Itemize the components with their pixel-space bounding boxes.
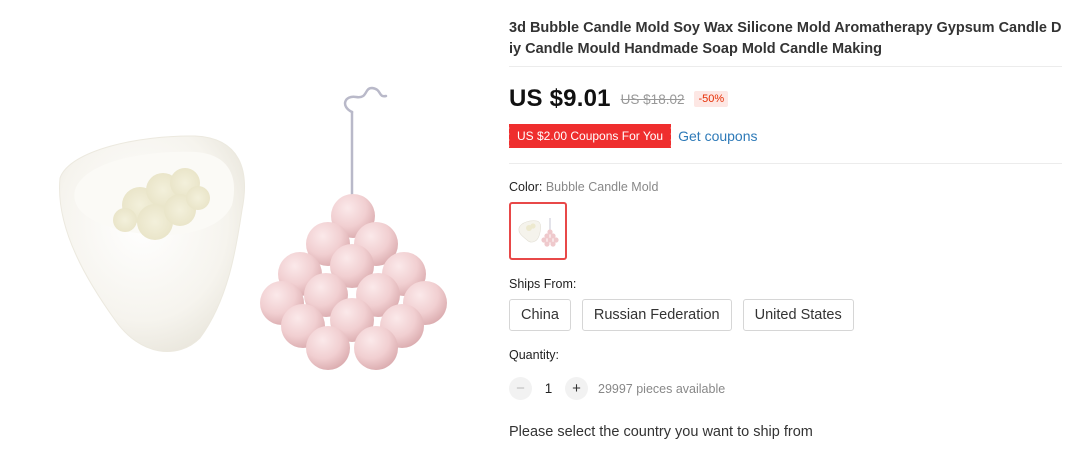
product-info: 3d Bubble Candle Mold Soy Wax Silicone M… — [506, 0, 1062, 455]
quantity-decrement-button[interactable]: − — [509, 377, 532, 400]
ships-from-options: China Russian Federation United States — [509, 299, 854, 331]
ship-option-russian-federation[interactable]: Russian Federation — [581, 299, 732, 331]
shipping-note: Please select the country you want to sh… — [509, 424, 813, 440]
discount-badge: -50% — [694, 91, 729, 107]
current-price: US $9.01 — [509, 85, 611, 112]
quantity-value[interactable]: 1 — [532, 381, 565, 396]
silicone-mold-shape — [59, 135, 245, 352]
quantity-increment-button[interactable]: + — [565, 377, 588, 400]
product-title: 3d Bubble Candle Mold Soy Wax Silicone M… — [509, 20, 1062, 57]
quantity-stepper: − 1 + 29997 pieces available — [509, 377, 725, 400]
quantity-label: Quantity: — [509, 348, 560, 362]
divider — [509, 66, 1062, 67]
color-label-row: Color: Bubble Candle Mold — [509, 180, 658, 194]
product-photo-svg — [59, 86, 447, 370]
color-swatch-bubble-candle-mold[interactable] — [509, 202, 567, 260]
ship-option-united-states[interactable]: United States — [742, 299, 854, 331]
get-coupons-link[interactable]: Get coupons — [678, 128, 757, 144]
coupon-row: US $2.00 Coupons For You Get coupons — [506, 124, 758, 148]
coupon-tag[interactable]: US $2.00 Coupons For You — [506, 124, 672, 148]
original-price: US $18.02 — [620, 91, 685, 107]
swatch-thumbnail-icon — [518, 218, 559, 247]
product-image[interactable] — [0, 0, 500, 455]
price-row: US $9.01 US $18.02 -50% — [509, 84, 729, 114]
candle-wick — [343, 86, 388, 207]
color-selected-value: Bubble Candle Mold — [545, 180, 659, 194]
bubble-candle-shape — [260, 194, 447, 370]
divider — [509, 163, 1062, 164]
stock-available: 29997 pieces available — [598, 381, 726, 396]
ship-option-china[interactable]: China — [509, 299, 571, 331]
color-label: Color: — [509, 180, 543, 194]
product-page: 3d Bubble Candle Mold Soy Wax Silicone M… — [0, 0, 1070, 455]
ships-from-label: Ships From: — [509, 277, 577, 291]
